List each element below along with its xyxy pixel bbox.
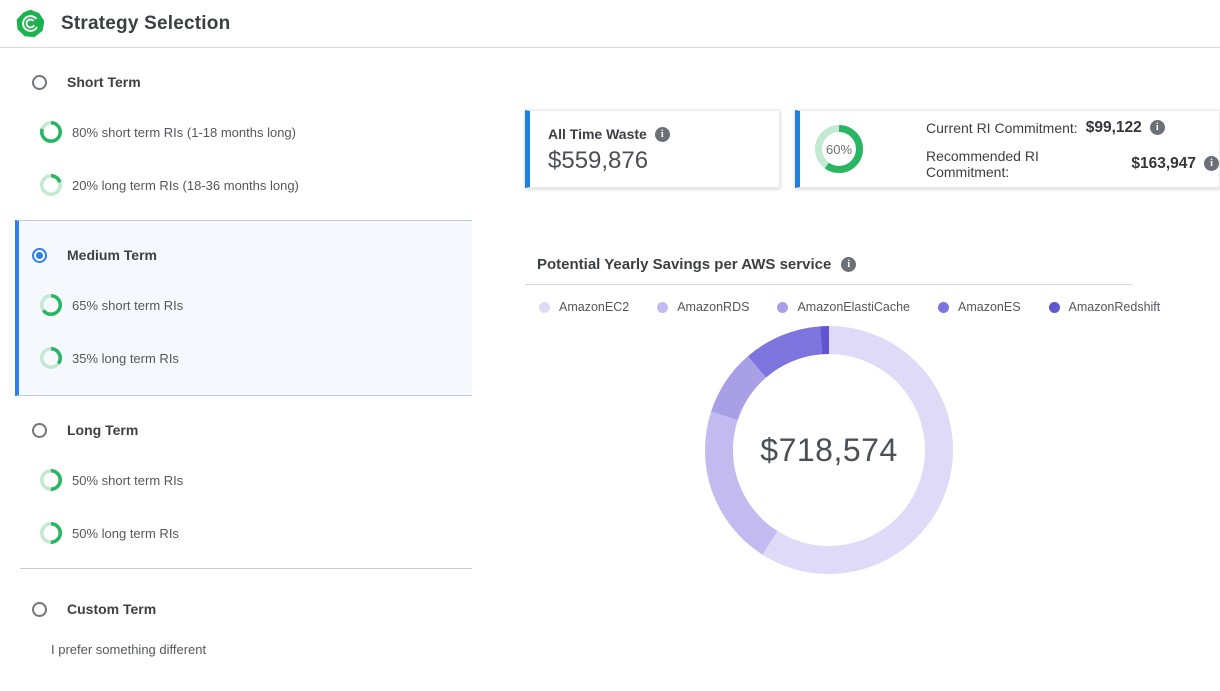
allocation-row: 20% long term RIs (18-36 months long) xyxy=(0,174,472,196)
legend-item-amazonec2[interactable]: AmazonEC2 xyxy=(539,300,629,314)
option-group-long-term: Long Term 50% short term RIs 50% long te… xyxy=(0,396,472,568)
waste-card-value: $559,876 xyxy=(548,147,761,175)
app-logo-icon xyxy=(16,9,45,38)
legend-item-amazones[interactable]: AmazonES xyxy=(938,300,1021,314)
radio-selected-icon[interactable] xyxy=(32,248,47,263)
radio-medium-term[interactable]: Medium Term xyxy=(19,247,472,263)
page-title: Strategy Selection xyxy=(61,13,230,35)
option-label: Long Term xyxy=(67,422,138,438)
info-icon[interactable]: i xyxy=(655,127,670,142)
ri-commitment-card: 60% Current RI Commitment: $99,122 i Rec… xyxy=(795,110,1220,188)
radio-long-term[interactable]: Long Term xyxy=(0,422,472,438)
radio-short-term[interactable]: Short Term xyxy=(0,74,472,90)
allocation-ring-icon xyxy=(40,121,62,143)
allocation-ring-icon xyxy=(40,522,62,544)
legend-item-amazonrds[interactable]: AmazonRDS xyxy=(657,300,749,314)
app-header: Strategy Selection xyxy=(0,0,1220,48)
allocation-row: 50% short term RIs xyxy=(0,469,472,491)
savings-donut-chart: $718,574 xyxy=(705,326,953,574)
legend-dot-icon xyxy=(938,302,949,313)
savings-chart-panel: Potential Yearly Savings per AWS service… xyxy=(525,256,1133,574)
legend-item-amazonredshift[interactable]: AmazonRedshift xyxy=(1049,300,1161,314)
allocation-row: 65% short term RIs xyxy=(19,294,472,316)
option-group-medium-term: Medium Term 65% short term RIs 35% long … xyxy=(15,220,472,396)
legend-label: AmazonES xyxy=(958,300,1021,314)
recommended-commitment-value: $163,947 xyxy=(1131,155,1196,173)
option-label: Custom Term xyxy=(67,601,156,617)
info-icon[interactable]: i xyxy=(841,257,856,272)
chart-title: Potential Yearly Savings per AWS service xyxy=(537,256,831,273)
custom-term-note: I prefer something different xyxy=(0,642,472,657)
info-icon[interactable]: i xyxy=(1150,120,1165,135)
allocation-label: 20% long term RIs (18-36 months long) xyxy=(72,178,299,193)
legend-label: AmazonRDS xyxy=(677,300,749,314)
legend-dot-icon xyxy=(1049,302,1060,313)
legend-dot-icon xyxy=(777,302,788,313)
allocation-ring-icon xyxy=(40,294,62,316)
info-icon[interactable]: i xyxy=(1204,156,1219,171)
legend-dot-icon xyxy=(657,302,668,313)
legend-item-amazonelasticache[interactable]: AmazonElastiCache xyxy=(777,300,910,314)
legend-label: AmazonRedshift xyxy=(1069,300,1161,314)
radio-icon[interactable] xyxy=(32,423,47,438)
current-commitment-label: Current RI Commitment: xyxy=(926,120,1078,136)
all-time-waste-card: All Time Waste i $559,876 xyxy=(525,110,780,188)
legend-label: AmazonElastiCache xyxy=(797,300,910,314)
allocation-label: 50% short term RIs xyxy=(72,473,183,488)
main-content: All Time Waste i $559,876 60% Current RI… xyxy=(472,48,1220,574)
allocation-ring-icon xyxy=(40,469,62,491)
option-group-short-term: Short Term 80% short term RIs (1-18 mont… xyxy=(0,48,472,220)
option-group-custom-term: Custom Term I prefer something different xyxy=(0,569,472,681)
commitment-ring-percent: 60% xyxy=(815,125,863,173)
legend-dot-icon xyxy=(539,302,550,313)
allocation-label: 80% short term RIs (1-18 months long) xyxy=(72,125,296,140)
allocation-label: 65% short term RIs xyxy=(72,298,183,313)
current-commitment-value: $99,122 xyxy=(1086,119,1142,137)
option-label: Medium Term xyxy=(67,247,157,263)
allocation-ring-icon xyxy=(40,174,62,196)
radio-icon[interactable] xyxy=(32,75,47,90)
option-label: Short Term xyxy=(67,74,141,90)
donut-center-value: $718,574 xyxy=(705,326,953,574)
allocation-row: 50% long term RIs xyxy=(0,522,472,544)
chart-legend: AmazonEC2 AmazonRDS AmazonElastiCache Am… xyxy=(525,300,1133,314)
allocation-label: 35% long term RIs xyxy=(72,351,179,366)
legend-label: AmazonEC2 xyxy=(559,300,629,314)
waste-card-title: All Time Waste xyxy=(548,126,647,142)
current-commitment-row: Current RI Commitment: $99,122 i xyxy=(926,119,1219,137)
allocation-row: 80% short term RIs (1-18 months long) xyxy=(0,121,472,143)
radio-icon[interactable] xyxy=(32,602,47,617)
allocation-label: 50% long term RIs xyxy=(72,526,179,541)
recommended-commitment-row: Recommended RI Commitment: $163,947 i xyxy=(926,148,1219,180)
strategy-options-panel: Short Term 80% short term RIs (1-18 mont… xyxy=(0,48,472,681)
chart-divider xyxy=(525,284,1133,285)
allocation-ring-icon xyxy=(40,347,62,369)
allocation-row: 35% long term RIs xyxy=(19,347,472,369)
commitment-ring: 60% xyxy=(815,125,863,173)
radio-custom-term[interactable]: Custom Term xyxy=(0,601,472,617)
recommended-commitment-label: Recommended RI Commitment: xyxy=(926,148,1123,180)
